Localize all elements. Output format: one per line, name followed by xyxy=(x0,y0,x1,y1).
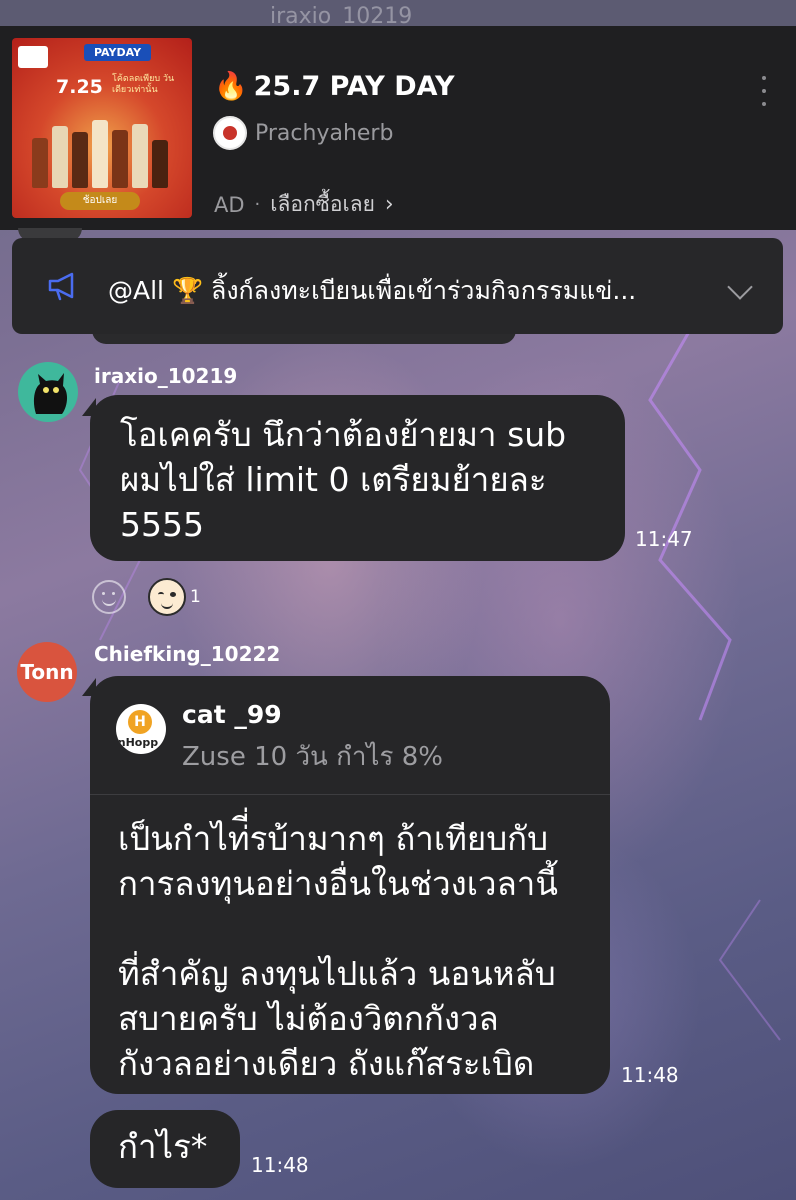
chevron-right-icon: › xyxy=(384,192,394,217)
quoted-message[interactable]: H inHopp cat _99 Zuse 10 วัน กำไร 8% xyxy=(90,676,610,795)
ad-thumbnail-date: 7.25 xyxy=(56,76,103,98)
message-reactions: 1 xyxy=(92,578,201,616)
previous-message-ghost: iraxio_10219 xyxy=(0,0,796,26)
quote-avatar: H inHopp xyxy=(116,704,166,754)
avatar-label: Tonn xyxy=(20,660,74,684)
ad-banner[interactable]: PAYDAY 7.25 โค้ดลดเพียบ วันเดียวเท่านั้น… xyxy=(0,26,796,230)
reaction-chip[interactable]: 1 xyxy=(148,578,201,616)
product-bottle xyxy=(32,138,48,188)
message-bubble[interactable]: กำไร* xyxy=(90,1110,240,1188)
message-bubble[interactable]: โอเคครับ นึกว่าต้องย้ายมา sub ผมไปใส่ li… xyxy=(90,395,625,561)
message-time: 11:48 xyxy=(621,1063,679,1087)
quote-avatar-label: inHopp xyxy=(116,736,159,749)
product-bottle xyxy=(72,132,88,188)
chevron-down-icon[interactable] xyxy=(727,274,753,300)
emoji-reaction-icon xyxy=(148,578,186,616)
ad-thumbnail-shop-button: ช้อปเลย xyxy=(60,192,140,210)
avatar[interactable]: Tonn xyxy=(17,642,77,702)
ad-title[interactable]: 🔥 25.7 PAY DAY xyxy=(214,70,455,102)
ad-thumbnail[interactable]: PAYDAY 7.25 โค้ดลดเพียบ วันเดียวเท่านั้น… xyxy=(12,38,192,218)
ad-brand[interactable]: Prachyaherb xyxy=(213,115,393,151)
username[interactable]: Chiefking_10222 xyxy=(94,642,280,666)
product-bottle xyxy=(92,120,108,188)
black-cat-icon xyxy=(33,373,68,414)
megaphone-icon xyxy=(48,272,74,301)
add-reaction-icon[interactable] xyxy=(92,580,126,614)
message-bubble[interactable]: H inHopp cat _99 Zuse 10 วัน กำไร 8% เป็… xyxy=(90,676,610,1094)
quote-text: Zuse 10 วัน กำไร 8% xyxy=(182,742,443,772)
ghost-username: iraxio_10219 xyxy=(270,4,413,26)
reaction-count: 1 xyxy=(190,587,201,607)
message-time: 11:47 xyxy=(635,527,693,551)
pinned-message-bar[interactable]: @All 🏆 ลิ้งก์ลงทะเบียนเพื่อเข้าร่วมกิจกร… xyxy=(12,238,783,334)
username[interactable]: iraxio_10219 xyxy=(94,364,237,388)
message-text: เป็นกำไท่ี่รบ้ามากๆ ถ้าเทียบกับ การลงทุน… xyxy=(118,819,558,1083)
fire-icon: 🔥 xyxy=(214,71,248,102)
ad-thumbnail-badge: PAYDAY xyxy=(84,44,152,61)
product-bottle xyxy=(152,140,168,188)
ad-thumbnail-subtitle: โค้ดลดเพียบ วันเดียวเท่านั้น xyxy=(112,74,175,95)
product-bottle xyxy=(112,130,128,188)
message-text: โอเคครับ นึกว่าต้องย้ายมา sub ผมไปใส่ li… xyxy=(120,415,567,544)
more-options-icon[interactable] xyxy=(760,76,768,106)
message-time: 11:48 xyxy=(251,1153,309,1177)
quote-username: cat _99 xyxy=(182,700,282,729)
product-bottle xyxy=(52,126,68,188)
message-text: กำไร* xyxy=(118,1127,208,1166)
separator-dot: · xyxy=(254,194,261,215)
ad-label: AD xyxy=(214,192,245,217)
brand-logo-icon xyxy=(213,116,247,150)
ad-meta: AD · เลือกซื้อเลย › xyxy=(214,188,394,221)
ad-title-text: 25.7 PAY DAY xyxy=(253,71,455,102)
ad-cta-link[interactable]: เลือกซื้อเลย xyxy=(270,188,375,221)
quote-avatar-letter: H xyxy=(128,710,152,734)
ad-brand-name: Prachyaherb xyxy=(255,120,394,146)
avatar[interactable] xyxy=(18,362,78,422)
ad-thumbnail-logo xyxy=(18,46,48,68)
pinned-message-text: @All 🏆 ลิ้งก์ลงทะเบียนเพื่อเข้าร่วมกิจกร… xyxy=(108,276,637,305)
product-bottle xyxy=(132,124,148,188)
